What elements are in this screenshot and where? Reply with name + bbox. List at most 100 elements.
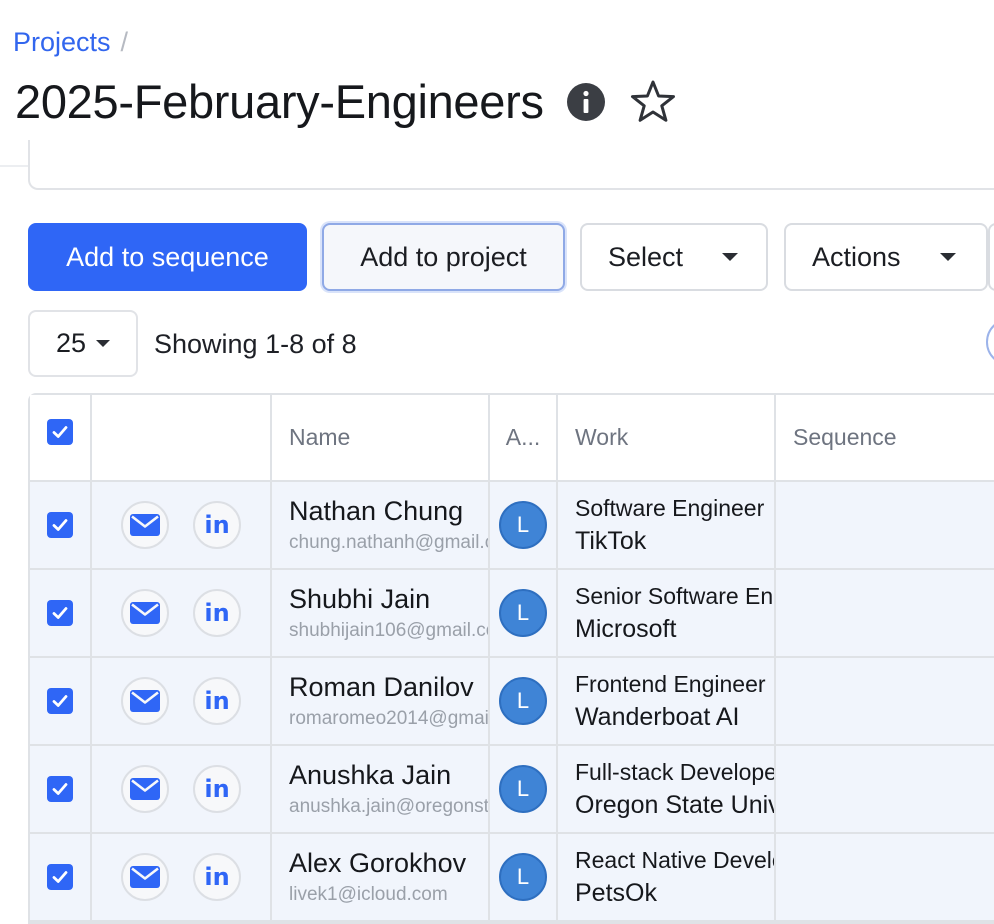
view-toggle-button[interactable] [986, 318, 994, 366]
envelope-icon[interactable] [121, 765, 169, 813]
row-checkbox[interactable] [47, 600, 73, 626]
work-title: React Native Developer [575, 847, 774, 873]
row-select-cell [30, 658, 92, 744]
work-title: Frontend Engineer [575, 671, 766, 697]
add-to-project-button[interactable]: Add to project [322, 223, 565, 291]
actions-dropdown[interactable]: Actions [784, 223, 988, 291]
add-to-project-label: Add to project [360, 241, 527, 272]
row-select-cell [30, 746, 92, 832]
sequence-cell [776, 834, 990, 920]
breadcrumb-separator: / [120, 27, 129, 57]
check-icon [52, 871, 68, 883]
check-icon [52, 695, 68, 707]
assignee-cell: L [490, 482, 558, 568]
person-name[interactable]: Nathan Chung [289, 494, 463, 528]
linkedin-icon[interactable]: in [193, 765, 241, 813]
table-row[interactable]: in Shubhi Jain shubhijain106@gmail.com L… [30, 570, 994, 658]
column-header-a: A... [505, 424, 541, 450]
person-email: shubhijain106@gmail.com [289, 620, 490, 641]
envelope-icon[interactable] [121, 589, 169, 637]
envelope-icon[interactable] [121, 501, 169, 549]
add-to-sequence-label: Add to sequence [66, 241, 269, 272]
person-email: chung.nathanh@gmail.com [289, 532, 488, 553]
work-company: PetsOk [575, 879, 657, 907]
table-row[interactable]: in Anushka Jain anushka.jain@oregonstate… [30, 746, 994, 834]
caret-down-icon [96, 340, 111, 347]
header-a-cell[interactable]: A... [490, 395, 558, 480]
assignee-cell: L [490, 658, 558, 744]
select-label: Select [608, 241, 684, 272]
row-checkbox[interactable] [47, 512, 73, 538]
row-actions-cell: in [92, 834, 272, 920]
name-cell: Shubhi Jain shubhijain106@gmail.com [272, 570, 490, 656]
person-email: anushka.jain@oregonstate.edu [289, 796, 489, 817]
name-cell: Alex Gorokhov livek1@icloud.com [272, 834, 490, 920]
breadcrumb-link-projects[interactable]: Projects [13, 24, 111, 60]
header-work-cell[interactable]: Work [558, 395, 776, 480]
work-company: Oregon State University [575, 791, 774, 819]
work-company: Wanderboat AI [575, 703, 740, 731]
person-name[interactable]: Roman Danilov [289, 670, 474, 704]
more-toolbar-button[interactable] [988, 223, 994, 291]
header-name-cell[interactable]: Name [272, 395, 490, 480]
work-cell: Senior Software Engineer Microsoft [558, 570, 776, 656]
caret-down-icon [940, 253, 956, 261]
row-actions-cell: in [92, 482, 272, 568]
row-select-cell [30, 482, 92, 568]
row-actions-cell: in [92, 658, 272, 744]
work-company: Microsoft [575, 615, 677, 643]
envelope-icon[interactable] [121, 677, 169, 725]
work-title: Software Engineer [575, 495, 765, 521]
showing-count: Showing 1-8 of 8 [154, 329, 357, 359]
sequence-cell [776, 570, 990, 656]
header-icons-cell [92, 395, 272, 480]
person-name[interactable]: Alex Gorokhov [289, 846, 466, 880]
title-row: 2025-February-Engineers [15, 72, 676, 132]
contacts-table: Name A... Work Sequence in Nathan Chung … [28, 393, 994, 924]
person-email: livek1@icloud.com [289, 884, 448, 905]
work-cell: React Native Developer PetsOk [558, 834, 776, 920]
row-checkbox[interactable] [47, 776, 73, 802]
name-cell: Anushka Jain anushka.jain@oregonstate.ed… [272, 746, 490, 832]
linkedin-icon[interactable]: in [193, 677, 241, 725]
person-name[interactable]: Anushka Jain [289, 758, 451, 792]
row-checkbox[interactable] [47, 688, 73, 714]
check-icon [52, 519, 68, 531]
linkedin-icon[interactable]: in [193, 501, 241, 549]
table-row[interactable]: in Nathan Chung chung.nathanh@gmail.com … [30, 482, 994, 570]
add-to-sequence-button[interactable]: Add to sequence [28, 223, 307, 291]
assignee-cell: L [490, 746, 558, 832]
linkedin-icon[interactable]: in [193, 589, 241, 637]
avatar[interactable]: L [499, 589, 547, 637]
table-row[interactable]: in Roman Danilov romaromeo2014@gmail.com… [30, 658, 994, 746]
check-icon [52, 426, 68, 438]
actions-label: Actions [812, 241, 901, 272]
work-title: Senior Software Engineer [575, 583, 774, 609]
header-select-cell [30, 395, 92, 480]
sequence-cell [776, 746, 990, 832]
per-page-select[interactable]: 25 [28, 310, 138, 377]
row-select-cell [30, 834, 92, 920]
table-row[interactable]: in Alex Gorokhov livek1@icloud.com L Rea… [30, 834, 994, 922]
row-actions-cell: in [92, 570, 272, 656]
sequence-cell [776, 658, 990, 744]
avatar[interactable]: L [499, 501, 547, 549]
linkedin-icon[interactable]: in [193, 853, 241, 901]
person-name[interactable]: Shubhi Jain [289, 582, 430, 616]
assignee-cell: L [490, 570, 558, 656]
star-icon[interactable] [630, 79, 676, 125]
breadcrumb: Projects / [13, 24, 128, 60]
avatar[interactable]: L [499, 853, 547, 901]
avatar[interactable]: L [499, 765, 547, 813]
select-all-checkbox[interactable] [47, 419, 73, 445]
header-sequence-cell[interactable]: Sequence [776, 395, 990, 480]
column-header-name: Name [289, 424, 351, 450]
row-checkbox[interactable] [47, 864, 73, 890]
per-page-value: 25 [56, 328, 87, 358]
row-actions-cell: in [92, 746, 272, 832]
envelope-icon[interactable] [121, 853, 169, 901]
info-icon[interactable] [566, 82, 606, 122]
avatar[interactable]: L [499, 677, 547, 725]
work-company: TikTok [575, 527, 647, 555]
select-dropdown[interactable]: Select [580, 223, 768, 291]
